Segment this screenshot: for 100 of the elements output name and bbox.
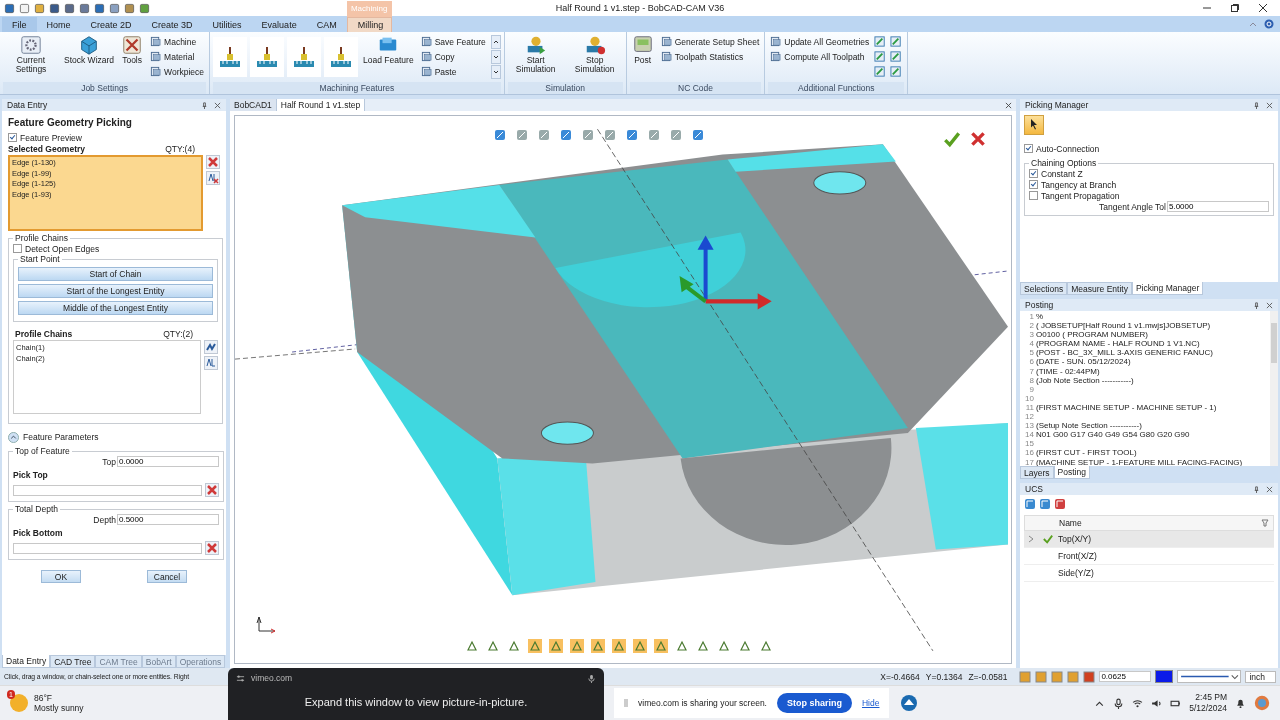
clock-date[interactable]: 5/12/2024 xyxy=(1189,703,1227,714)
panel-tab[interactable]: Layers xyxy=(1020,466,1054,479)
table-row[interactable]: Front(X/Z) xyxy=(1024,548,1274,565)
ribbon-button[interactable]: Paste xyxy=(418,66,488,77)
ribbon-button[interactable]: Machine xyxy=(148,36,207,47)
ribbon-tab[interactable]: Home xyxy=(36,17,81,32)
view-tool-icon[interactable] xyxy=(738,639,752,653)
geometry-tool-icon[interactable] xyxy=(874,35,888,48)
ribbon-button[interactable]: Stock Wizard xyxy=(62,34,117,65)
ribbon-tab[interactable]: Utilities xyxy=(202,17,252,32)
view-tool-icon[interactable] xyxy=(537,128,551,142)
toolbar-icon[interactable] xyxy=(19,2,30,14)
ribbon-button[interactable]: Post xyxy=(629,34,656,65)
ribbon-button[interactable]: Current Settings xyxy=(3,34,59,74)
start-point-button[interactable]: Start of Chain xyxy=(18,267,213,281)
pin-icon[interactable] xyxy=(201,101,208,109)
ribbon-button[interactable]: Material xyxy=(148,51,207,62)
view-tool-icon[interactable] xyxy=(612,639,626,653)
view-tool-icon[interactable] xyxy=(570,639,584,653)
toolbar-icon[interactable] xyxy=(49,2,60,14)
help-icon[interactable] xyxy=(1264,19,1274,29)
geometry-tool-icon[interactable] xyxy=(890,35,904,48)
scroll-up-icon[interactable] xyxy=(490,34,501,49)
microphone-icon[interactable] xyxy=(587,673,596,683)
toolbar-icon[interactable] xyxy=(4,2,15,14)
line-style-icon[interactable] xyxy=(1177,670,1242,683)
hide-link[interactable]: Hide xyxy=(862,698,880,708)
ribbon-button[interactable]: Copy xyxy=(418,51,488,62)
checkbox[interactable] xyxy=(13,244,22,253)
ribbon-button[interactable]: Tools xyxy=(119,34,146,65)
input-field[interactable]: 5.0000 xyxy=(1167,201,1269,212)
pin-icon[interactable] xyxy=(1253,301,1260,309)
view-tool-icon[interactable] xyxy=(507,639,521,653)
ribbon-button[interactable]: Load Feature xyxy=(361,34,416,65)
table-row[interactable]: Side(Y/Z) xyxy=(1024,565,1274,582)
scroll-down-icon[interactable] xyxy=(490,49,501,64)
panel-tab[interactable]: Selections xyxy=(1020,282,1068,295)
view-tool-icon[interactable] xyxy=(549,639,563,653)
ribbon-tab[interactable]: File xyxy=(2,17,37,32)
ribbon-tab[interactable]: Create 2D xyxy=(80,17,142,32)
ribbon-tab[interactable]: Evaluate xyxy=(251,17,307,32)
toolbar-icon[interactable] xyxy=(124,2,135,14)
color-swatch[interactable] xyxy=(1155,670,1174,683)
delete-all-icon[interactable] xyxy=(206,171,220,185)
pin-icon[interactable] xyxy=(1253,485,1260,493)
toolbar-icon[interactable] xyxy=(34,2,45,14)
start-point-button[interactable]: Middle of the Longest Entity xyxy=(18,301,213,315)
geometry-tool-icon[interactable] xyxy=(874,50,888,63)
view-tool-icon[interactable] xyxy=(691,128,705,142)
view-tool-icon[interactable] xyxy=(465,639,479,653)
geometry-tool-icon[interactable] xyxy=(874,65,888,78)
dialog-button[interactable]: OK xyxy=(41,570,81,583)
unit-dropdown[interactable]: inch xyxy=(1245,670,1276,683)
view-tool-icon[interactable] xyxy=(528,639,542,653)
view-tool-icon[interactable] xyxy=(581,128,595,142)
close-icon[interactable] xyxy=(1005,101,1012,109)
drag-handle-icon[interactable] xyxy=(624,698,628,708)
ribbon-tab[interactable]: CAM xyxy=(306,17,347,32)
dialog-button[interactable]: Cancel xyxy=(147,570,187,583)
geometry-tool-icon[interactable] xyxy=(890,65,904,78)
clock-time[interactable]: 2:45 PM xyxy=(1195,692,1227,703)
restore-icon[interactable] xyxy=(1230,3,1240,13)
snap-tool-icon[interactable] xyxy=(1067,670,1080,683)
speaker-icon[interactable] xyxy=(1151,697,1163,709)
input-field[interactable]: 0.0625 xyxy=(1099,671,1152,682)
toolbar-icon[interactable] xyxy=(79,2,90,14)
view-tool-icon[interactable] xyxy=(486,639,500,653)
snap-tool-icon[interactable] xyxy=(1019,670,1032,683)
view-tool-icon[interactable] xyxy=(493,128,507,142)
pointer-button[interactable] xyxy=(1024,115,1044,135)
view-tool-icon[interactable] xyxy=(717,639,731,653)
pin-icon[interactable] xyxy=(1253,101,1260,109)
view-tool-icon[interactable] xyxy=(603,128,617,142)
geometry-tool-icon[interactable] xyxy=(890,50,904,63)
delete-icon[interactable] xyxy=(205,483,219,497)
cancel-icon[interactable] xyxy=(969,130,987,148)
check-icon[interactable] xyxy=(943,130,961,148)
ribbon-button[interactable]: Start Simulation xyxy=(507,34,564,74)
ribbon-tab[interactable]: Milling xyxy=(346,17,392,32)
snap-tool-icon[interactable] xyxy=(1035,670,1048,683)
snap-tool-icon[interactable] xyxy=(1083,670,1096,683)
mill-tool-icon[interactable] xyxy=(287,36,322,77)
document-tab[interactable]: Half Round 1 v1.step xyxy=(276,99,366,111)
chain-all-icon[interactable] xyxy=(204,356,218,370)
toolbar-icon[interactable] xyxy=(109,2,120,14)
toolbar-icon[interactable] xyxy=(94,2,105,14)
collapse-icon[interactable] xyxy=(8,431,19,443)
checkbox[interactable] xyxy=(1029,191,1038,200)
input-field[interactable]: 0.5000 xyxy=(117,514,219,525)
filter-icon[interactable] xyxy=(1261,519,1269,527)
ribbon-button[interactable]: Toolpath Statistics xyxy=(658,51,762,62)
document-tab[interactable]: BobCAD1 xyxy=(230,99,277,111)
microphone-icon[interactable] xyxy=(1113,697,1125,709)
input-field[interactable] xyxy=(13,484,202,496)
start-point-button[interactable]: Start of the Longest Entity xyxy=(18,284,213,298)
toolbar-icon[interactable] xyxy=(64,2,75,14)
bell-icon[interactable] xyxy=(1235,697,1246,709)
view-tool-icon[interactable] xyxy=(696,639,710,653)
table-row[interactable]: Top(X/Y) xyxy=(1024,531,1274,548)
toolbar-icon[interactable] xyxy=(139,2,150,14)
